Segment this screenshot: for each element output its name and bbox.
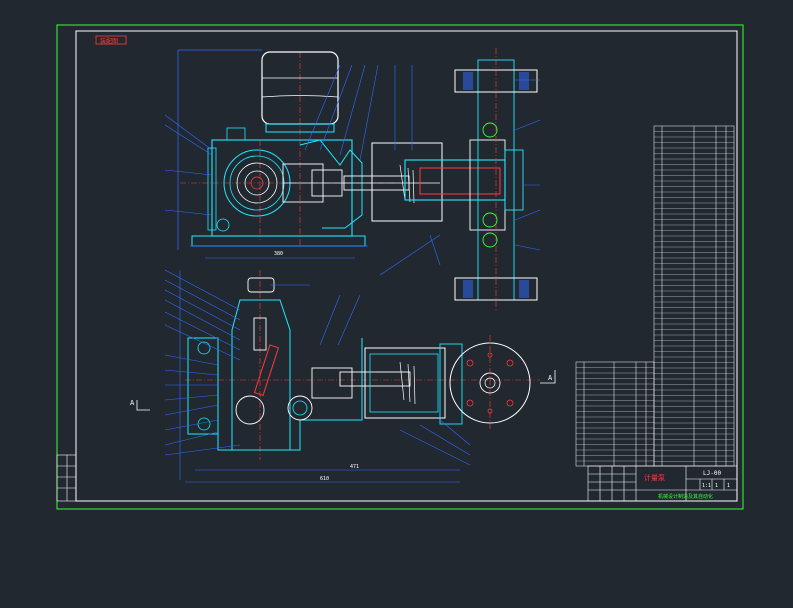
section-mark-a1: A (130, 399, 135, 407)
title-block-scale: 1:1 (702, 483, 711, 489)
cad-drawing-canvas[interactable]: 装配图 380 A A 471 610 计量泵 LJ-00 1:1 1 1 机械… (0, 0, 793, 608)
parts-list-rows (654, 131, 734, 462)
parts-list-right (653, 125, 735, 467)
lower-view: 471 610 (136, 269, 556, 483)
outer-frame (56, 24, 744, 510)
upper-width-dim: 380 (274, 251, 283, 257)
title-tag-text: 装配图 (100, 37, 118, 45)
lower-width-dim-a: 471 (350, 464, 359, 470)
title-block-drawing-no: LJ-00 (703, 470, 721, 477)
cad-drawing-svg: 装配图 380 A A 471 610 计量泵 LJ-00 1:1 1 1 机械… (56, 24, 744, 510)
parts-list-rows-2 (576, 367, 654, 462)
title-block-company: 机械设计制造及其自动化 (658, 493, 713, 500)
title-block-total: 1 (727, 483, 730, 489)
section-mark-a2: A (548, 374, 553, 382)
title-block-name: 计量泵 (644, 473, 665, 482)
lower-width-dim-b: 610 (320, 476, 329, 482)
parts-list-left (575, 361, 655, 467)
inner-frame (75, 30, 738, 502)
title-block-sheet: 1 (715, 483, 718, 489)
left-zone-table (56, 454, 77, 502)
